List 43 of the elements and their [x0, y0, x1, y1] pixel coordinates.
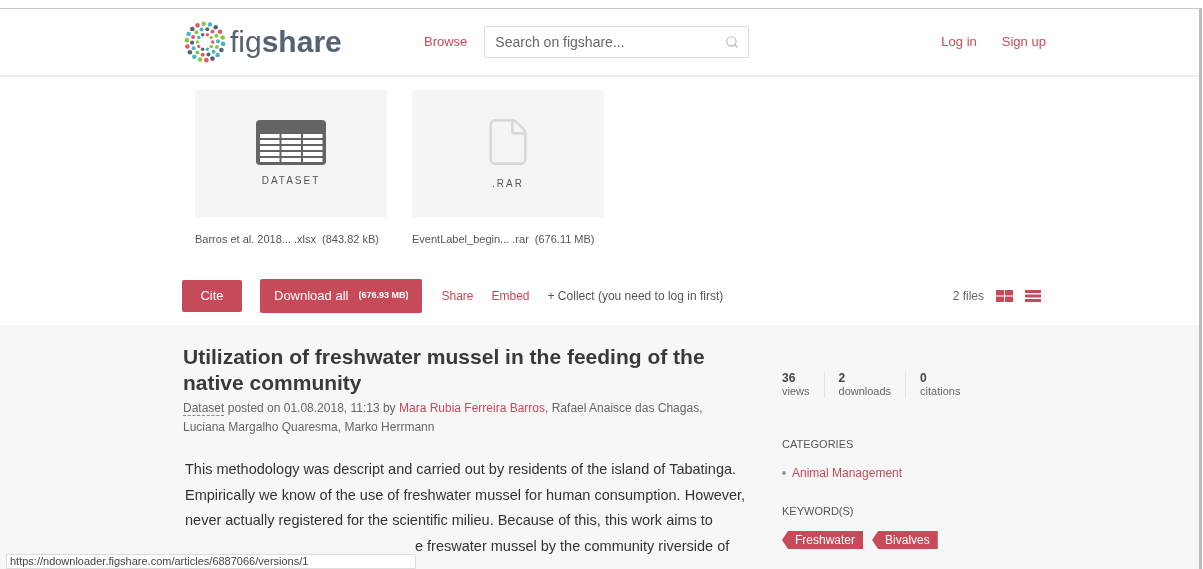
- article-byline: Dataset posted on 01.08.2018, 11:13 by Mara Rubia Ferreira Barros, Rafael Anaisce das Chagas, Luciana Margalho Quaresma, Marko Herrmann: [183, 400, 704, 436]
- file-type-label: .RAR: [492, 177, 524, 191]
- stat-label: views: [782, 385, 810, 398]
- logo-icon: [182, 19, 228, 65]
- keyword-tag[interactable]: Freshwater: [782, 531, 864, 549]
- action-link[interactable]: Share: [441, 287, 474, 305]
- stat-label: downloads: [838, 385, 892, 398]
- cite-button[interactable]: Cite: [182, 280, 242, 312]
- stat-value: 36: [782, 371, 797, 385]
- stat-label: citations: [920, 385, 961, 398]
- stat-value: 0: [920, 371, 928, 385]
- bullet-icon: [782, 470, 786, 475]
- spreadsheet-icon: [256, 119, 326, 165]
- search-field[interactable]: Search on figshare...: [484, 26, 750, 58]
- author-link[interactable]: Luciana Margalho Quaresma,: [183, 420, 342, 434]
- file-type-label: DATASET: [261, 173, 321, 188]
- file-thumbnail[interactable]: .RAR: [412, 90, 604, 217]
- grid-view-icon[interactable]: [996, 290, 1013, 302]
- file-size: (676.11 MB): [534, 232, 595, 247]
- section-heading: KEYWORD(S): [782, 503, 855, 519]
- account-link[interactable]: Log in: [941, 32, 977, 52]
- category-link[interactable]: Animal Management: [792, 463, 903, 482]
- stat-value: 2: [838, 371, 847, 385]
- keyword-tag[interactable]: Bivalves: [872, 531, 938, 549]
- author-link[interactable]: Mara Rubia Ferreira Barros,: [398, 401, 549, 415]
- article-title: Utilization of freshwater mussel in the feeding of the native community: [183, 344, 706, 396]
- collect-link[interactable]: + Collect (you need to log in first): [547, 287, 724, 305]
- list-view-icon[interactable]: [1025, 290, 1041, 302]
- status-bar: https://ndownloader.figshare.com/articles/6887066/versions/1: [6, 554, 416, 569]
- file-name[interactable]: Barros et al. 2018... .xlsx: [195, 231, 317, 248]
- download-all-button[interactable]: Download all (676.93 MB): [260, 279, 423, 313]
- figshare-logo-text[interactable]: figshare: [230, 27, 342, 57]
- file-name[interactable]: EventLabel_begin... .rar: [412, 231, 529, 248]
- file-thumbnail[interactable]: DATASET: [195, 90, 387, 217]
- author-link[interactable]: Marko Herrmann: [344, 420, 435, 434]
- file-count: 2 files: [952, 288, 984, 305]
- action-link[interactable]: Embed: [491, 287, 530, 305]
- description-text: e freswater mussel by the community riverside of: [414, 536, 731, 556]
- account-link[interactable]: Sign up: [1001, 32, 1046, 52]
- author-link[interactable]: Rafael Anaisce das Chagas,: [551, 401, 703, 415]
- browse-link[interactable]: Browse: [424, 32, 468, 52]
- file-size: (843.82 kB): [322, 232, 379, 247]
- section-heading: CATEGORIES: [782, 437, 855, 452]
